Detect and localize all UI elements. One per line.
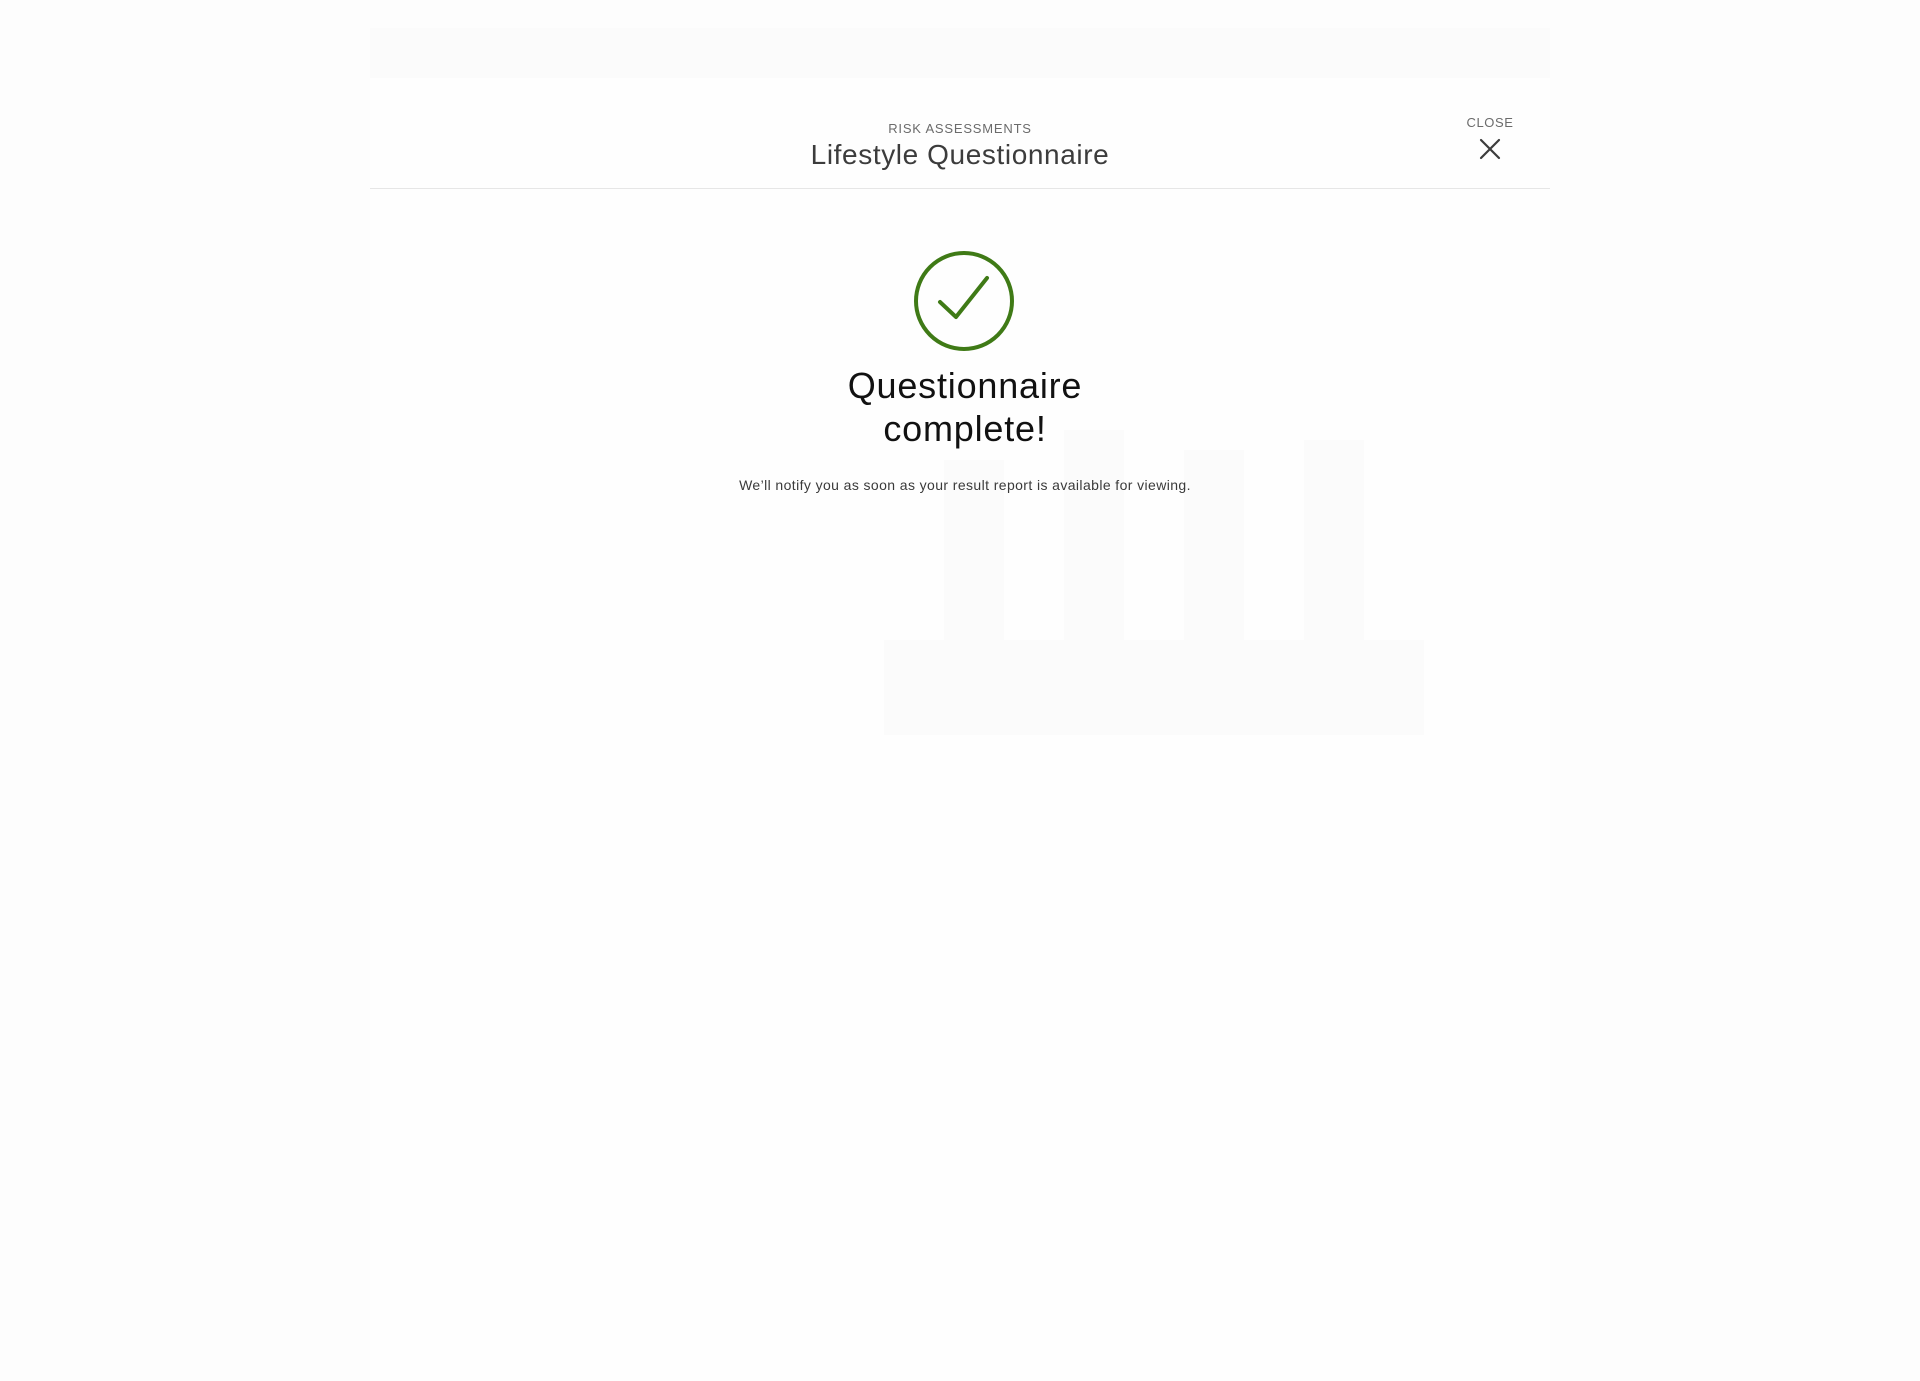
headline-line-2: complete! [883,408,1047,449]
page: RISK ASSESSMENTS Lifestyle Questionnaire… [0,0,1920,1381]
close-icon [1479,138,1501,160]
close-button[interactable]: CLOSE [1460,115,1520,175]
close-label: CLOSE [1466,115,1514,130]
breadcrumb: RISK ASSESSMENTS [888,121,1032,136]
completion-content: Questionnaire complete! We’ll notify you… [0,250,1920,493]
check-circle-icon [914,251,1014,351]
top-bar [370,28,1550,78]
modal-header: RISK ASSESSMENTS Lifestyle Questionnaire… [370,78,1550,189]
headline-line-1: Questionnaire [847,365,1083,406]
completion-headline: Questionnaire complete! [0,364,1920,450]
page-title: Lifestyle Questionnaire [810,139,1110,170]
completion-message: We’ll notify you as soon as your result … [739,477,1191,493]
